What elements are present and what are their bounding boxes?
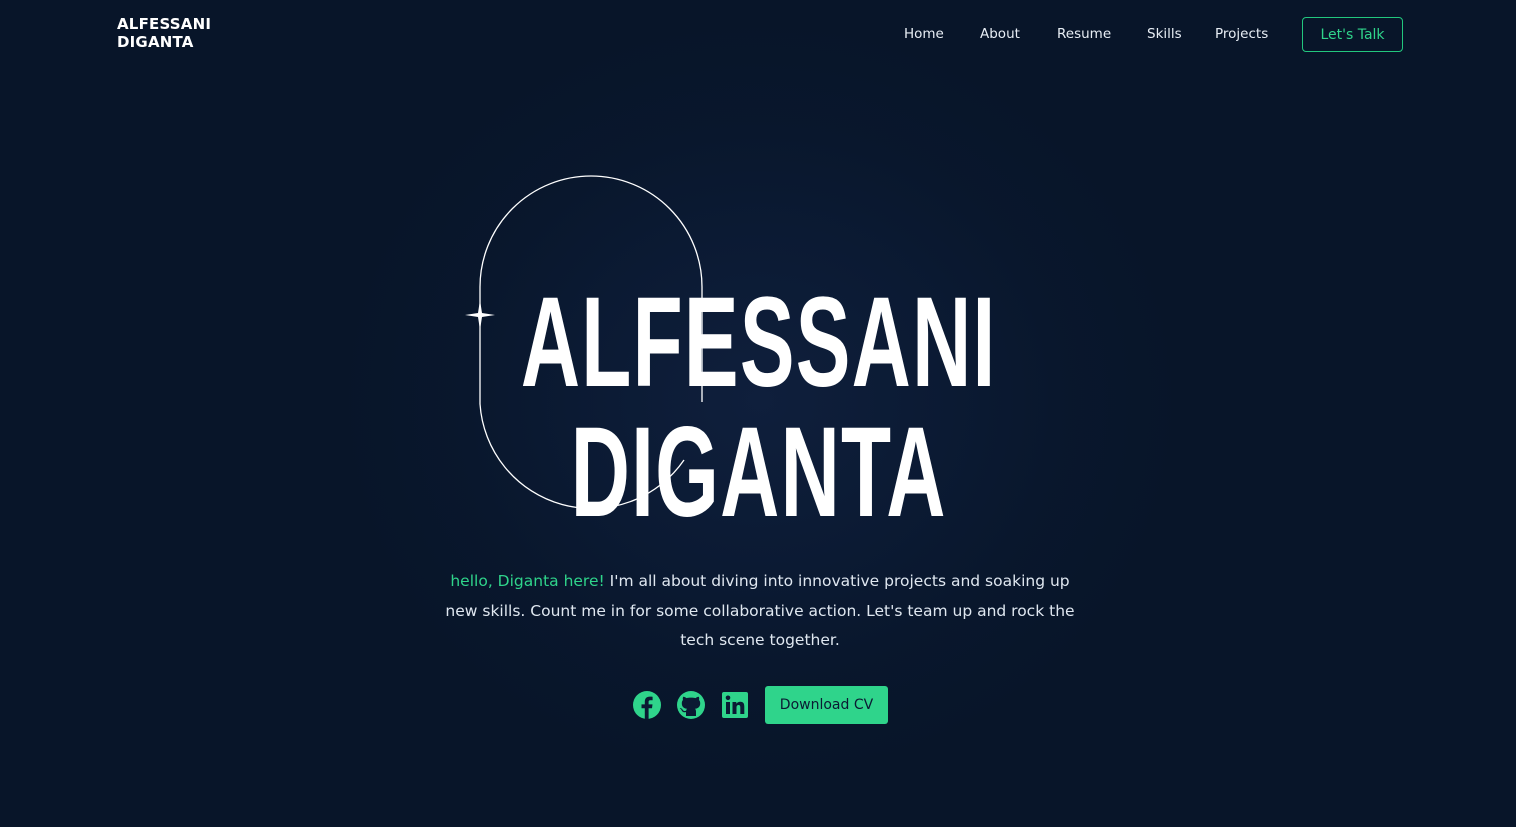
intro-highlight: hello, Diganta here!: [450, 572, 605, 590]
social-links: Download CV: [631, 686, 888, 724]
download-cv-button[interactable]: Download CV: [765, 686, 888, 724]
intro-line-2: new skills. Count me in for some collabo…: [445, 601, 1075, 620]
nav-skills[interactable]: Skills: [1147, 26, 1182, 42]
intro-line-3: tech scene together.: [680, 631, 840, 649]
github-icon[interactable]: [675, 689, 707, 721]
facebook-icon[interactable]: [631, 689, 663, 721]
nav-resume[interactable]: Resume: [1057, 26, 1111, 42]
intro-line-1: I'm all about diving into innovative pro…: [604, 572, 1070, 590]
nav-projects[interactable]: Projects: [1215, 26, 1268, 42]
hero-title-line-1: ALFESSANI: [520, 271, 997, 414]
hero-title-line-2: DIGANTA: [570, 401, 947, 544]
nav-home[interactable]: Home: [904, 26, 944, 42]
lets-talk-button[interactable]: Let's Talk: [1302, 17, 1403, 52]
main-nav: Home About Resume Skills Projects: [0, 26, 1516, 46]
linkedin-icon[interactable]: [719, 689, 751, 721]
intro-paragraph: hello, Diganta here! I'm all about divin…: [430, 567, 1090, 656]
nav-about[interactable]: About: [980, 26, 1020, 42]
